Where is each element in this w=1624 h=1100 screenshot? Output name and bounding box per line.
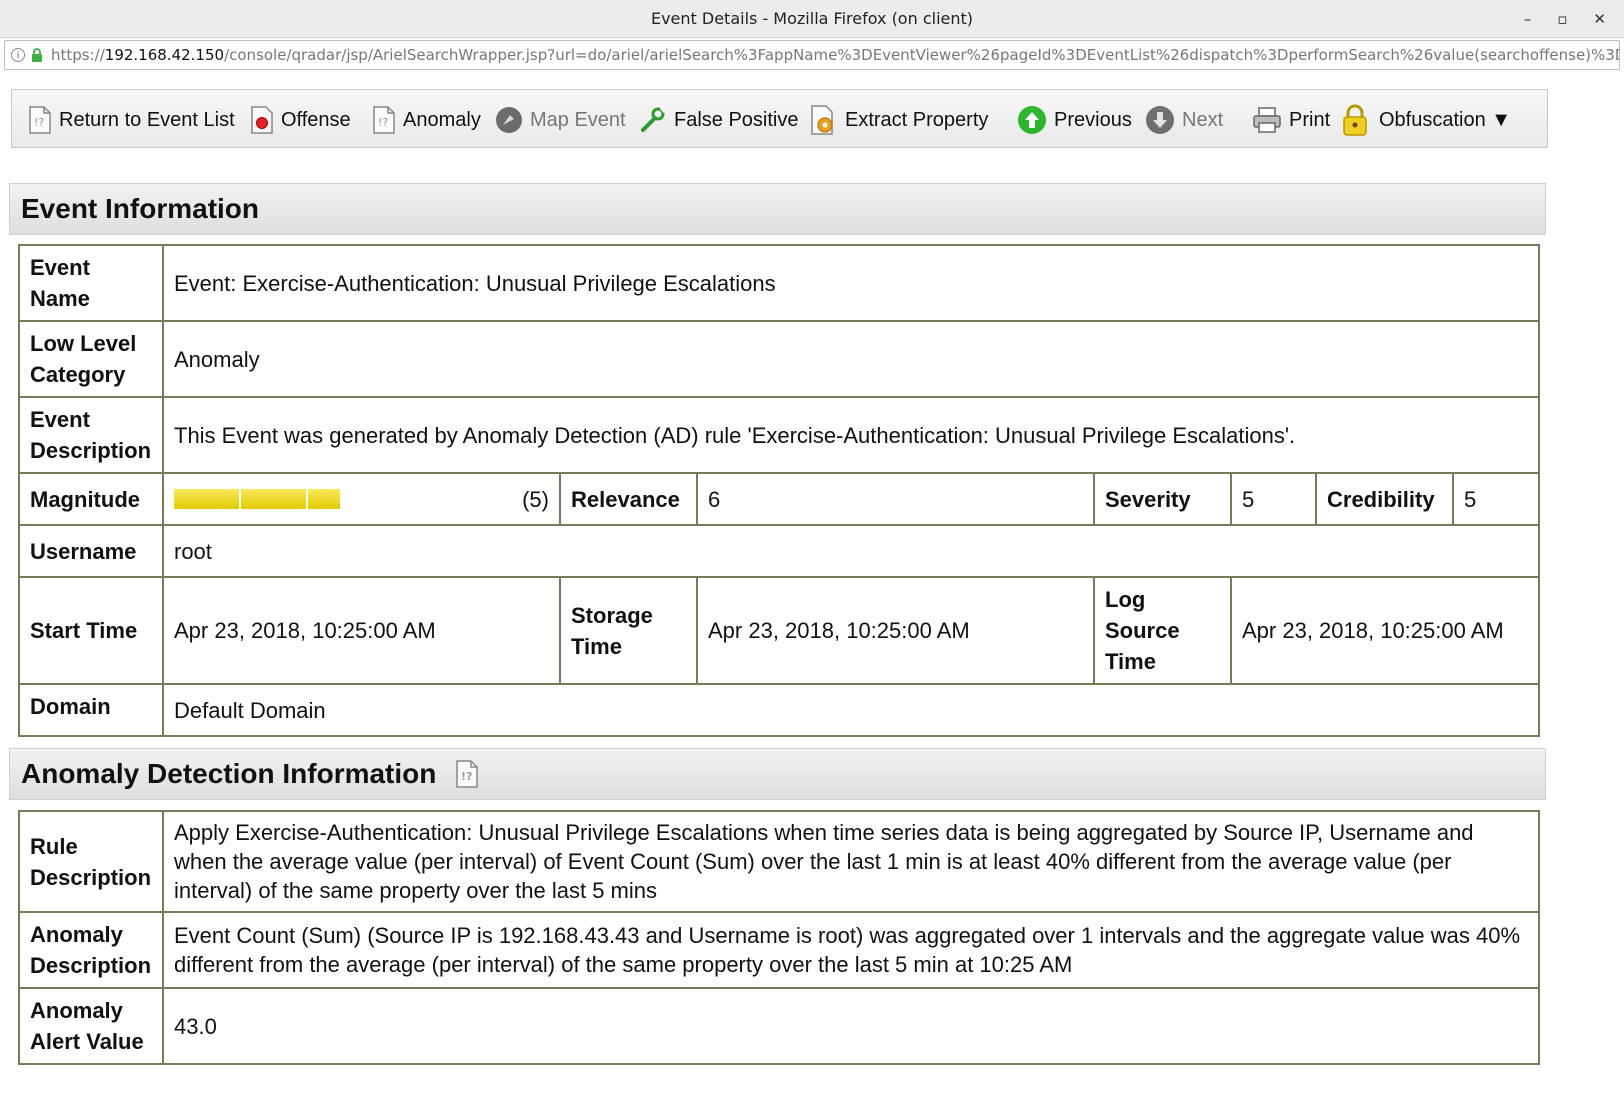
table-row: Low Level Category Anomaly — [18, 320, 1541, 398]
offense-button[interactable]: Offense — [250, 104, 351, 136]
return-to-event-list-button[interactable]: !? Return to Event List — [28, 104, 235, 136]
relevance-value: 6 — [696, 472, 1095, 526]
low-level-category-value: Anomaly — [161, 320, 1541, 398]
domain-value: Default Domain — [161, 683, 1541, 737]
magnitude-cell: (5) — [162, 472, 561, 526]
map-event-button[interactable]: Map Event — [495, 104, 626, 136]
anomaly-detection-title: Anomaly Detection Information — [21, 758, 437, 789]
extract-property-label: Extract Property — [845, 108, 989, 131]
event-information-header: Event Information — [9, 183, 1546, 235]
arrow-down-icon — [1146, 106, 1174, 134]
credibility-label: Credibility — [1315, 472, 1454, 526]
magnitude-bar-segment — [241, 489, 306, 509]
domain-label: Domain — [18, 683, 164, 737]
maximize-button[interactable]: ▫ — [1557, 10, 1567, 28]
credibility-value: 5 — [1451, 472, 1541, 526]
table-row: Event Description This Event was generat… — [18, 396, 1541, 474]
extract-property-button[interactable]: Extract Property — [810, 104, 988, 136]
rule-description-value: Apply Exercise-Authentication: Unusual P… — [162, 810, 1540, 913]
anomaly-label: Anomaly — [403, 108, 481, 131]
table-row: Start Time Apr 23, 2018, 10:25:00 AM Sto… — [18, 576, 1541, 685]
event-information-table: Event Name Event: Exercise-Authenticatio… — [18, 244, 1541, 737]
table-row: Rule Description Apply Exercise-Authenti… — [18, 810, 1540, 913]
event-toolbar: !? Return to Event List Offense !? Anoma… — [11, 89, 1548, 148]
anomaly-alert-value-label: Anomaly Alert Value — [18, 987, 164, 1065]
map-event-label: Map Event — [530, 108, 626, 131]
start-time-value: Apr 23, 2018, 10:25:00 AM — [162, 576, 561, 685]
minimize-button[interactable]: – — [1524, 10, 1532, 28]
url-bar[interactable]: i https://192.168.42.150/console/qradar/… — [4, 40, 1620, 70]
severity-value: 5 — [1230, 472, 1317, 526]
table-row: Magnitude (5) Relevance 6 Severity 5 Cre… — [18, 472, 1541, 526]
rule-description-label: Rule Description — [18, 810, 164, 913]
svg-text:!?: !? — [34, 116, 44, 129]
start-time-label: Start Time — [18, 576, 164, 685]
false-positive-label: False Positive — [674, 108, 799, 131]
obfuscation-label: Obfuscation ▼ — [1379, 108, 1512, 131]
anomaly-detection-table: Rule Description Apply Exercise-Authenti… — [18, 810, 1540, 1065]
magnitude-bar-segment — [308, 489, 340, 509]
anomaly-detection-header: Anomaly Detection Information !? — [9, 748, 1546, 800]
severity-label: Severity — [1093, 472, 1232, 526]
window-title: Event Details - Mozilla Firefox (on clie… — [650, 9, 974, 28]
next-label: Next — [1182, 108, 1224, 131]
table-row: Event Name Event: Exercise-Authenticatio… — [18, 244, 1541, 322]
event-name-value: Event: Exercise-Authentication: Unusual … — [161, 244, 1541, 322]
obfuscation-menu-button[interactable]: Obfuscation ▼ — [1342, 104, 1511, 136]
anomaly-button[interactable]: !? Anomaly — [372, 104, 481, 136]
close-button[interactable]: ✕ — [1593, 10, 1606, 28]
event-description-label: Event Description — [18, 396, 164, 474]
svg-text:!?: !? — [378, 116, 388, 129]
url-scheme: https:// — [51, 46, 105, 64]
table-row: Domain Default Domain — [18, 683, 1541, 737]
magnitude-bar-segment — [174, 489, 239, 509]
wrench-icon — [641, 106, 667, 132]
anomaly-description-label: Anomaly Description — [18, 911, 164, 989]
arrow-up-icon — [1018, 106, 1046, 134]
table-row: Anomaly Alert Value 43.0 — [18, 987, 1540, 1065]
low-level-category-label: Low Level Category — [18, 320, 164, 398]
window-controls: – ▫ ✕ — [1524, 0, 1606, 38]
url-path: /console/qradar/jsp/ArielSearchWrapper.j… — [224, 46, 1620, 64]
event-description-value: This Event was generated by Anomaly Dete… — [161, 396, 1541, 474]
log-source-time-value: Apr 23, 2018, 10:25:00 AM — [1229, 576, 1541, 685]
event-name-label: Event Name — [18, 244, 164, 322]
padlock-icon — [1343, 104, 1367, 136]
table-row: Anomaly Description Event Count (Sum) (S… — [18, 911, 1540, 989]
table-row: Username root — [18, 524, 1541, 578]
storage-time-value: Apr 23, 2018, 10:25:00 AM — [696, 576, 1095, 685]
offense-label: Offense — [281, 108, 351, 131]
return-to-event-list-label: Return to Event List — [59, 108, 235, 131]
window-titlebar: Event Details - Mozilla Firefox (on clie… — [0, 0, 1624, 38]
previous-button[interactable]: Previous — [1017, 104, 1132, 136]
offense-icon — [251, 106, 273, 134]
previous-label: Previous — [1054, 108, 1132, 131]
log-source-time-label: Log Source Time — [1093, 576, 1232, 685]
anomaly-description-value: Event Count (Sum) (Source IP is 192.168.… — [162, 911, 1540, 989]
username-value: root — [161, 524, 1541, 578]
url-host: 192.168.42.150 — [104, 46, 225, 64]
relevance-label: Relevance — [559, 472, 698, 526]
anomaly-document-icon[interactable]: !? — [454, 760, 480, 788]
map-event-icon — [496, 107, 522, 133]
extract-property-icon — [811, 105, 833, 135]
storage-time-label: Storage Time — [559, 576, 698, 685]
magnitude-label: Magnitude — [18, 472, 164, 526]
document-icon: !? — [29, 106, 51, 134]
anomaly-alert-value: 43.0 — [162, 987, 1540, 1065]
username-label: Username — [18, 524, 164, 578]
false-positive-button[interactable]: False Positive — [639, 104, 799, 136]
next-button[interactable]: Next — [1145, 104, 1223, 136]
magnitude-value: (5) — [522, 486, 549, 512]
print-label: Print — [1289, 108, 1331, 131]
anomaly-icon: !? — [373, 106, 395, 134]
event-information-title: Event Information — [21, 193, 260, 224]
magnitude-bar — [174, 489, 340, 509]
lock-icon — [32, 48, 42, 62]
info-icon[interactable]: i — [11, 48, 25, 62]
print-button[interactable]: Print — [1252, 104, 1330, 136]
svg-text:!?: !? — [461, 770, 472, 783]
printer-icon — [1253, 107, 1281, 133]
